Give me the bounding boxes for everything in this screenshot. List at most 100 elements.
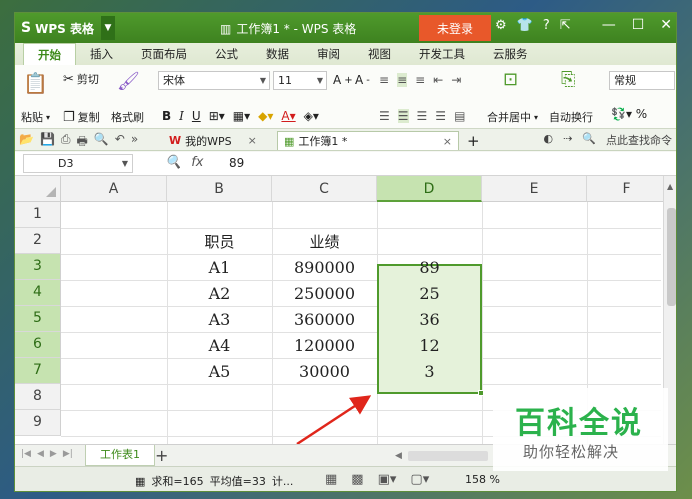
zoom-search-icon[interactable]: 🔍: [165, 155, 181, 170]
fill-color-icon[interactable]: ◆▾: [258, 109, 273, 123]
title-bar: S WPS 表格 ▼ ▥ 工作簿1 * - WPS 表格 未登录 ⚙ 👕 ? ⇱…: [15, 13, 676, 43]
save-icon[interactable]: 💾: [40, 132, 55, 153]
first-sheet-icon[interactable]: |◀: [21, 449, 31, 459]
wrap-icon[interactable]: ⎘: [561, 69, 575, 90]
add-sheet-button[interactable]: +: [155, 446, 168, 465]
tab-page-layout[interactable]: 页面布局: [127, 43, 201, 65]
font-color-icon[interactable]: A▾: [281, 109, 295, 123]
font-grow-icon[interactable]: A +: [333, 73, 353, 87]
tab-cloud[interactable]: 云服务: [479, 43, 542, 65]
watermark-subtitle: 助你轻松解决: [523, 443, 620, 461]
font-size-select[interactable]: 11 ▼: [273, 71, 327, 90]
print-icon[interactable]: 🖶: [77, 132, 88, 153]
underline-icon[interactable]: U: [192, 109, 201, 123]
print-preview-icon[interactable]: 🔍: [94, 132, 109, 153]
last-sheet-icon[interactable]: ▶|: [63, 449, 73, 459]
sheet-tab-1[interactable]: 工作表1: [85, 445, 155, 466]
align-right-icon[interactable]: ☰: [417, 109, 428, 123]
scroll-left-icon[interactable]: ◀: [395, 451, 402, 461]
paste-icon[interactable]: 📋: [23, 71, 48, 95]
command-search[interactable]: 点此查找命令: [606, 132, 672, 148]
italic-icon[interactable]: I: [179, 109, 184, 123]
close-icon[interactable]: ×: [248, 134, 257, 147]
prev-sheet-icon[interactable]: ◀: [37, 449, 44, 459]
export-pdf-icon[interactable]: ⎙: [61, 132, 71, 153]
paste-button[interactable]: 粘贴 ▾: [21, 109, 50, 125]
app-name: WPS 表格: [35, 21, 94, 36]
settings-icon[interactable]: ⚙: [495, 18, 507, 33]
skin-icon[interactable]: 👕: [517, 18, 533, 33]
close-icon[interactable]: ×: [443, 135, 452, 148]
tab-data[interactable]: 数据: [252, 43, 303, 65]
number-format-select[interactable]: 常规: [609, 71, 675, 90]
tab-my-wps-label: 我的WPS: [185, 134, 232, 148]
ribbon-toggle-icon[interactable]: ⇱: [560, 18, 571, 33]
app-menu-button[interactable]: S WPS 表格 ▼: [17, 16, 115, 40]
ribbon: 📋 粘贴 ▾ ✂ 剪切 ❐ 复制 🖌 格式刷 宋体 ▼ 11 ▼ A + A- B …: [15, 65, 676, 129]
status-sum: 求和=165: [151, 475, 204, 488]
status-more[interactable]: 计...: [272, 473, 294, 489]
copy-button[interactable]: ❐ 复制: [63, 109, 100, 125]
page-layout-view-icon[interactable]: ▩: [351, 472, 363, 487]
document-tab-bar: 📂 💾 ⎙ 🖶 🔍 ↶ » W 我的WPS × ▦ 工作簿1 * × + ◐ ⇢…: [15, 129, 676, 153]
name-box-value: D3: [58, 157, 74, 170]
new-tab-button[interactable]: +: [461, 131, 486, 150]
undo-icon[interactable]: ↶: [115, 132, 125, 153]
tab-workbook-label: 工作簿1 *: [298, 135, 348, 148]
next-sheet-icon[interactable]: ▶: [50, 449, 57, 459]
horizontal-scrollbar[interactable]: ◀: [395, 450, 495, 462]
window-title: ▥ 工作簿1 * - WPS 表格: [220, 20, 356, 37]
distributed-icon[interactable]: ▤: [454, 109, 465, 123]
doc-icon[interactable]: ◐: [543, 132, 553, 148]
border-icon[interactable]: ⊞▾: [209, 109, 225, 123]
indent-decrease-icon[interactable]: ⇤: [433, 73, 443, 87]
scroll-up-icon[interactable]: ▲: [667, 182, 673, 191]
bold-icon[interactable]: B: [162, 109, 171, 123]
indent-increase-icon[interactable]: ⇥: [451, 73, 461, 87]
tab-bar-right: ◐ ⇢ 🔍 点此查找命令: [543, 132, 672, 148]
align-top-icon[interactable]: ≡: [379, 73, 389, 87]
tab-workbook[interactable]: ▦ 工作簿1 * ×: [277, 131, 459, 150]
tab-review[interactable]: 审阅: [303, 43, 354, 65]
font-shrink-icon[interactable]: A-: [355, 73, 370, 87]
fx-icon[interactable]: fx: [191, 155, 203, 170]
tab-insert[interactable]: 插入: [76, 43, 127, 65]
scroll-track[interactable]: [407, 451, 488, 461]
currency-format-icon[interactable]: 💱▾ %: [611, 107, 647, 121]
brush-icon[interactable]: 🖌: [117, 71, 140, 92]
close-icon[interactable]: ✕: [660, 17, 672, 33]
formula-input[interactable]: 89: [229, 156, 244, 170]
align-left-icon[interactable]: ☰: [379, 109, 390, 123]
justify-icon[interactable]: ☰: [435, 109, 446, 123]
more-icon[interactable]: »: [131, 132, 138, 153]
tab-view[interactable]: 视图: [354, 43, 405, 65]
tab-formulas[interactable]: 公式: [201, 43, 252, 65]
normal-view-icon[interactable]: ▦: [325, 472, 337, 487]
tab-home[interactable]: 开始: [23, 43, 76, 65]
minimize-icon[interactable]: —: [602, 17, 616, 33]
name-box[interactable]: D3 ▼: [23, 154, 133, 173]
merge-center-button[interactable]: 合并居中 ▾: [487, 109, 538, 125]
align-middle-icon[interactable]: ≡: [397, 73, 408, 87]
open-folder-icon[interactable]: 📂: [19, 132, 34, 153]
merge-icon[interactable]: ⊡: [503, 69, 518, 90]
page-break-view-icon[interactable]: ▣▾: [378, 472, 397, 487]
align-center-icon[interactable]: ☰: [397, 109, 409, 123]
tab-developer[interactable]: 开发工具: [405, 43, 479, 65]
help-icon[interactable]: ?: [543, 18, 550, 33]
cut-button[interactable]: ✂ 剪切: [63, 71, 99, 87]
share-icon[interactable]: ⇢: [563, 132, 572, 148]
tab-my-wps[interactable]: W 我的WPS ×: [163, 131, 263, 150]
scroll-thumb[interactable]: [667, 208, 676, 306]
font-name-select[interactable]: 宋体 ▼: [158, 71, 270, 90]
reading-mode-icon[interactable]: ▢▾: [410, 472, 429, 487]
zoom-level[interactable]: 158 %: [465, 473, 500, 486]
login-button[interactable]: 未登录: [419, 15, 491, 41]
maximize-icon[interactable]: ☐: [632, 17, 645, 33]
wrap-text-button[interactable]: 自动换行: [549, 109, 593, 125]
merge-border-icon[interactable]: ▦▾: [233, 109, 250, 123]
align-bottom-icon[interactable]: ≡: [415, 73, 425, 87]
clear-format-icon[interactable]: ◈▾: [304, 109, 319, 123]
format-painter-button[interactable]: 格式刷: [111, 109, 144, 125]
document-icon: ▥: [220, 21, 232, 36]
